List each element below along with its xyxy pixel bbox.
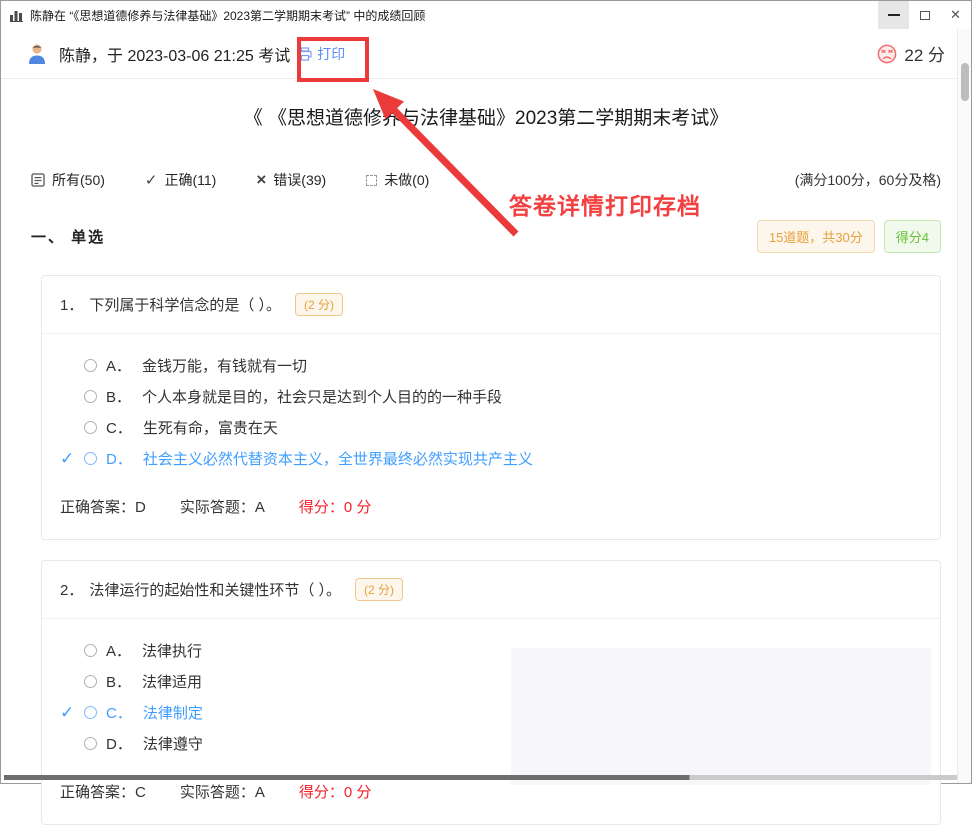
window-bottom-edge — [1, 775, 971, 780]
question-2-number: 2． — [60, 579, 83, 600]
option-letter: D． — [106, 448, 132, 469]
question-1-header: 1． 下列属于科学信念的是（ ）。 (2 分) — [42, 276, 940, 334]
option-text: 社会主义必然代替资本主义，全世界最终必然实现共产主义 — [143, 448, 533, 469]
section-score-badge: 得分4 — [884, 220, 941, 253]
option-letter: D． — [106, 733, 132, 754]
question-2-text: 法律运行的起始性和关键性环节（ ）。 — [89, 579, 341, 600]
radio-icon — [84, 675, 97, 688]
filter-wrong-label: 错误(39) — [273, 170, 326, 190]
radio-icon — [84, 706, 97, 719]
window-title: 陈静在 “《思想道德修养与法律基础》2023第二学期期末考试” 中的成绩回顾 — [30, 7, 425, 24]
check-icon: ✓ — [60, 449, 84, 469]
annotation-arrow-icon — [351, 79, 531, 244]
option-letter: C． — [106, 702, 132, 723]
option-letter: A． — [106, 640, 131, 661]
cross-icon: × — [256, 173, 266, 187]
radio-icon — [84, 644, 97, 657]
window-titlebar: 陈静在 “《思想道德修养与法律基础》2023第二学期期末考试” 中的成绩回顾 ✕ — [1, 1, 971, 29]
question-1-options: ✓ A． 金钱万能，有钱就有一切 ✓ B． 个人本身就是目的，社会只是达到个人目… — [42, 334, 940, 480]
correct-answer-value: D — [135, 499, 146, 516]
user-header: 陈静，于 2023-03-06 21:25 考试 打印 22 分 — [1, 29, 971, 79]
option-row[interactable]: ✓ A． 金钱万能，有钱就有一切 — [60, 350, 940, 381]
maximize-icon — [920, 11, 930, 20]
filter-correct-label: 正确(11) — [164, 170, 216, 190]
filter-wrong[interactable]: × 错误(39) — [256, 170, 326, 190]
question-1-text: 下列属于科学信念的是（ ）。 — [89, 294, 281, 315]
scrollbar-track[interactable] — [957, 29, 971, 783]
question-1-number: 1． — [60, 294, 83, 315]
minimize-icon — [888, 14, 900, 16]
option-row[interactable]: ✓ B． 个人本身就是目的，社会只是达到个人目的的一种手段 — [60, 381, 940, 412]
score-value: 0 分 — [344, 784, 372, 801]
option-row[interactable]: ✓ C． 生死有命，富贵在天 — [60, 412, 940, 443]
option-text: 法律适用 — [142, 671, 202, 692]
actual-answer-label: 实际答题： — [180, 499, 255, 516]
correct-answer-label: 正确答案： — [60, 499, 135, 516]
score-value: 0 分 — [344, 499, 372, 516]
filter-all[interactable]: 所有(50) — [31, 170, 105, 190]
annotation-highlight-rect — [297, 37, 369, 82]
radio-icon — [84, 421, 97, 434]
option-text: 生死有命，富贵在天 — [143, 417, 278, 438]
card-grid-icon — [31, 173, 45, 187]
radio-icon — [84, 390, 97, 403]
option-letter: A． — [106, 355, 131, 376]
user-exam-info: 陈静，于 2023-03-06 21:25 考试 — [59, 42, 290, 66]
option-text: 法律制定 — [143, 702, 203, 723]
score-label: 得分： — [299, 784, 344, 801]
blank-cover-box — [511, 648, 931, 785]
section-count-badge: 15道题，共30分 — [757, 220, 875, 253]
option-text: 法律执行 — [142, 640, 202, 661]
bar-chart-icon — [9, 8, 24, 22]
question-2-header: 2． 法律运行的起始性和关键性环节（ ）。 (2 分) — [42, 561, 940, 619]
option-text: 金钱万能，有钱就有一切 — [142, 355, 307, 376]
section-title: 一、 单选 — [31, 226, 105, 247]
option-letter: C． — [106, 417, 132, 438]
filter-correct[interactable]: ✓ 正确(11) — [145, 170, 216, 190]
total-score: 22 分 — [904, 41, 945, 66]
filter-all-label: 所有(50) — [52, 170, 105, 190]
close-icon: ✕ — [950, 7, 961, 23]
option-text: 个人本身就是目的，社会只是达到个人目的的一种手段 — [142, 386, 502, 407]
check-icon: ✓ — [145, 171, 158, 189]
annotation-text: 答卷详情打印存档 — [509, 187, 701, 221]
correct-answer-label: 正确答案： — [60, 784, 135, 801]
option-letter: B． — [106, 671, 131, 692]
actual-answer-value: A — [255, 784, 265, 801]
minimize-button[interactable] — [878, 1, 909, 29]
option-text: 法律遵守 — [143, 733, 203, 754]
sad-face-icon — [877, 44, 897, 64]
maximize-button[interactable] — [909, 1, 940, 29]
question-2-points-badge: (2 分) — [355, 578, 403, 601]
actual-answer-label: 实际答题： — [180, 784, 255, 801]
check-icon: ✓ — [60, 703, 84, 723]
option-letter: B． — [106, 386, 131, 407]
scrollbar-thumb[interactable] — [961, 63, 969, 101]
pass-criteria: (满分100分，60分及格) — [795, 170, 941, 190]
radio-icon — [84, 737, 97, 750]
question-card-1: 1． 下列属于科学信念的是（ ）。 (2 分) ✓ A． 金钱万能，有钱就有一切… — [41, 275, 941, 540]
option-row-selected[interactable]: ✓ D． 社会主义必然代替资本主义，全世界最终必然实现共产主义 — [60, 443, 940, 474]
correct-answer-value: C — [135, 784, 146, 801]
user-avatar-icon — [27, 43, 47, 64]
question-1-points-badge: (2 分) — [295, 293, 343, 316]
radio-icon — [84, 359, 97, 372]
question-1-answer-row: 正确答案：D 实际答题：A 得分：0 分 — [42, 480, 940, 539]
radio-icon — [84, 452, 97, 465]
close-button[interactable]: ✕ — [940, 1, 971, 29]
actual-answer-value: A — [255, 499, 265, 516]
score-label: 得分： — [299, 499, 344, 516]
